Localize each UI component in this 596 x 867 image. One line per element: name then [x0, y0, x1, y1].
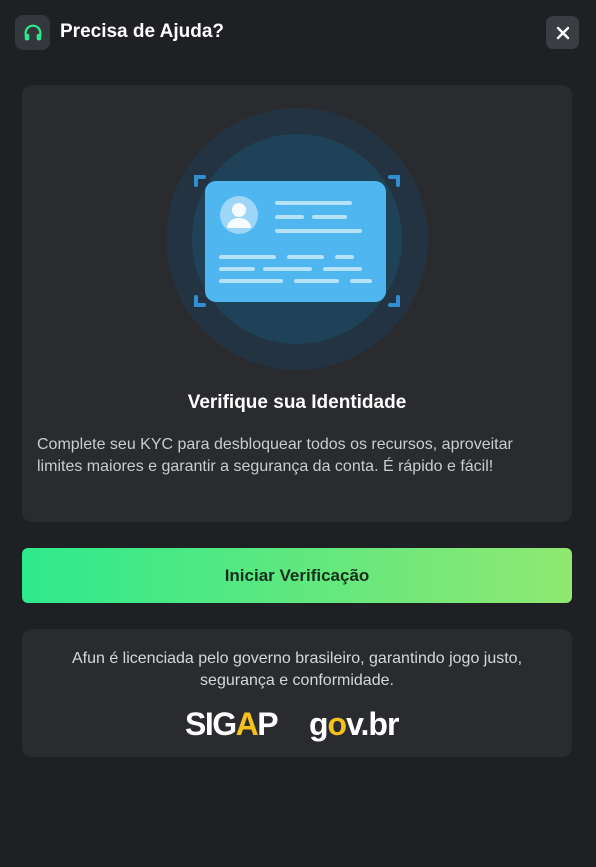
- license-text: Afun é licenciada pelo governo brasileir…: [71, 650, 523, 689]
- start-verification-label: Iniciar Verificação: [224, 565, 370, 585]
- kyc-card: Verifique sua Identidade Complete seu KY…: [22, 85, 572, 522]
- govbr-logo: gov.br: [309, 706, 399, 742]
- dialog-title: Precisa de Ajuda?: [60, 21, 225, 42]
- kyc-description: Complete seu KYC para desbloquear todos …: [37, 436, 513, 475]
- start-verification-button[interactable]: Iniciar Verificação: [22, 548, 572, 603]
- license-footer: Afun é licenciada pelo governo brasileir…: [22, 629, 572, 757]
- kyc-title: Verifique sua Identidade: [187, 392, 407, 413]
- headset-icon: [15, 15, 50, 50]
- id-card-icon: [166, 108, 428, 370]
- dialog-header: Precisa de Ajuda?: [0, 0, 596, 66]
- close-icon: [556, 26, 569, 39]
- close-button[interactable]: [546, 16, 579, 49]
- sigap-logo: SIGAP: [185, 706, 279, 742]
